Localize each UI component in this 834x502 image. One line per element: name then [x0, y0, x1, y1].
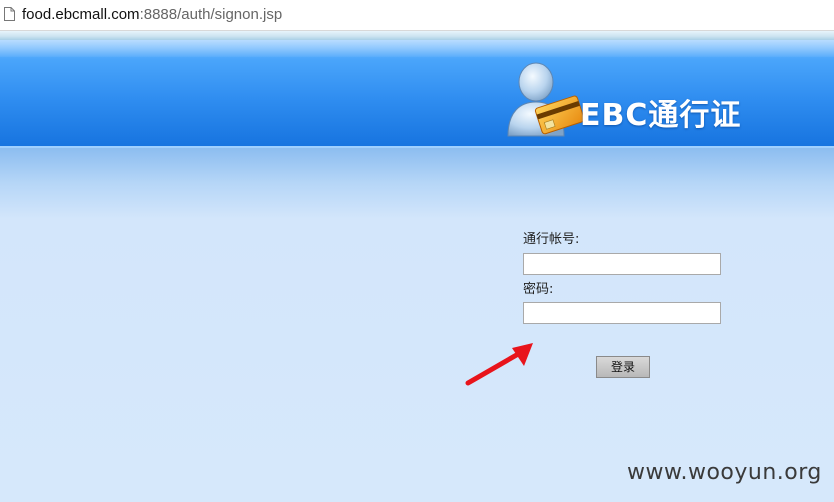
header-banner: EBC通行证 [0, 40, 834, 148]
url-text[interactable]: food.ebcmall.com:8888/auth/signon.jsp [22, 6, 282, 24]
banner-shine [0, 40, 834, 57]
login-area [0, 148, 834, 502]
account-label: 通行帐号: [523, 232, 580, 247]
login-button[interactable]: 登录 [596, 356, 650, 378]
account-input[interactable] [523, 253, 721, 275]
user-card-icon [507, 62, 585, 137]
address-bar[interactable]: food.ebcmall.com:8888/auth/signon.jsp [0, 0, 834, 31]
url-path: :8888/auth/signon.jsp [139, 6, 283, 23]
browser-divider [0, 31, 834, 40]
password-label: 密码: [523, 282, 554, 297]
logo-text: EBC通行证 [580, 98, 742, 133]
watermark: www.wooyun.org [627, 460, 822, 485]
url-domain: food.ebcmall.com [22, 6, 140, 23]
logo: EBC通行证 [500, 58, 760, 142]
password-input[interactable] [523, 302, 721, 324]
page-icon [4, 7, 15, 21]
red-arrow-icon [465, 343, 533, 386]
